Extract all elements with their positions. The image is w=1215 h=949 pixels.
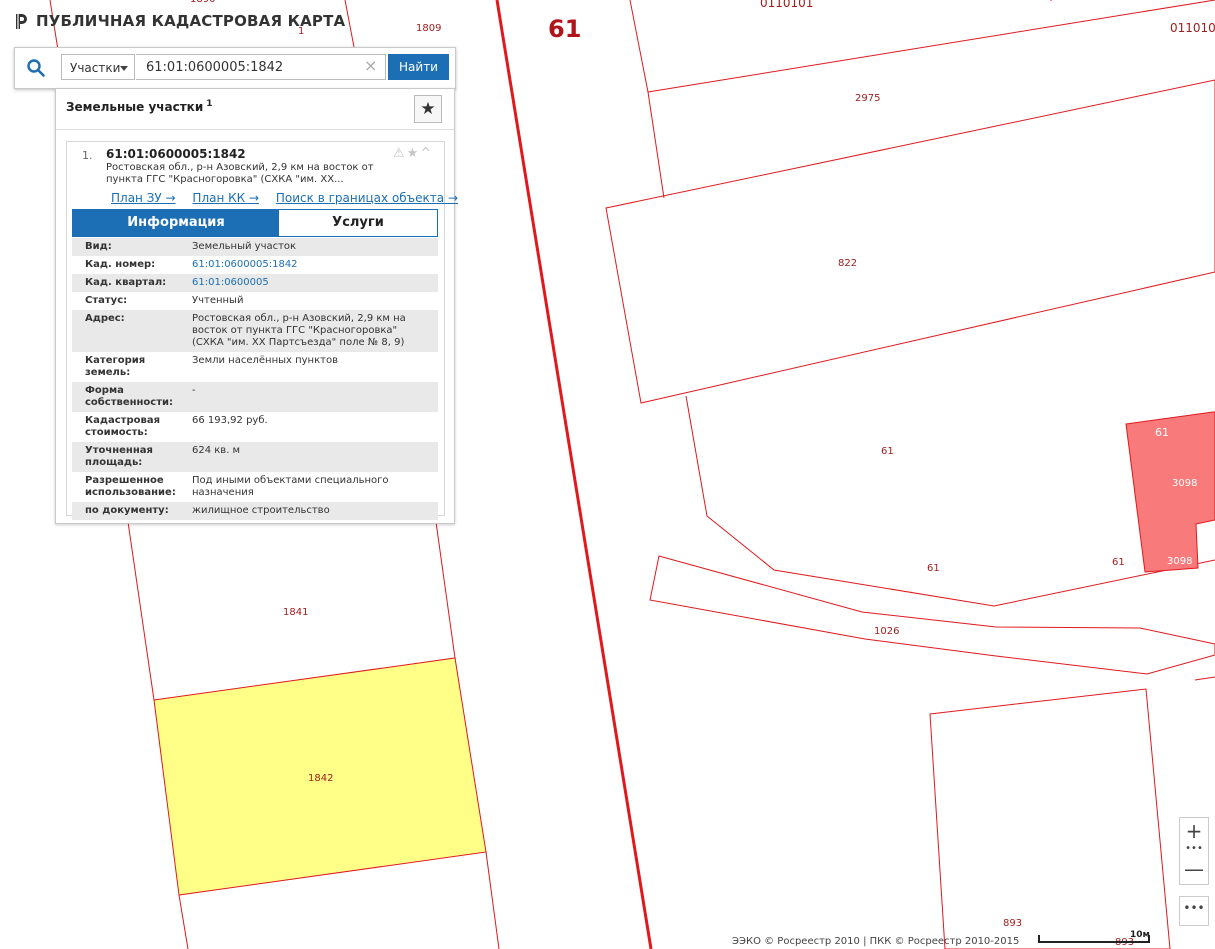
search-type-value: Участки [70, 61, 121, 75]
result-links: План ЗУ → План КК → Поиск в границах объ… [111, 191, 471, 205]
parcel-label: 2975 [855, 93, 880, 104]
parcel-label: 61 [927, 563, 940, 574]
search-input[interactable] [136, 54, 386, 80]
parcel-label: 61 [881, 446, 894, 457]
quarter-label: 61 [548, 15, 581, 43]
logo-icon [16, 12, 27, 30]
parcel-label: 61 [1155, 426, 1169, 439]
result-index: 1. [82, 149, 93, 162]
result-cad-number[interactable]: 61:01:0600005:1842 [106, 147, 246, 161]
favorite-button[interactable]: ★ [414, 95, 442, 123]
info-row: Статус: Учтенный [85, 295, 244, 306]
parcel-label: 61 [1112, 557, 1125, 568]
result-card: 1. 61:01:0600005:1842 Ростовская обл., р… [66, 141, 458, 520]
info-row: Вид: Земельный участок [72, 238, 438, 256]
divider [56, 129, 454, 130]
info-row: Разрешенное использование: Под иными объе… [85, 475, 389, 498]
info-row: по документу: жилищное строительство [72, 502, 438, 520]
parcel-boundary [1194, 676, 1215, 681]
result-tabs: Информация Услуги [72, 209, 438, 237]
parcel-label: 1809 [416, 23, 441, 34]
parcel-label: 1890 [190, 0, 215, 5]
parcel-label: 1026 [874, 626, 899, 637]
info-row: Категория земель: Земли населённых пункто… [85, 355, 338, 378]
quarter-label: 011010 [1170, 21, 1215, 35]
info-table: Вид: Земельный участок Кад. номер: 61:01:0… [72, 238, 438, 520]
panel-title: Земельные участки 1 [66, 99, 213, 114]
clear-icon[interactable]: × [364, 57, 377, 75]
zoom-in-button[interactable]: + [1180, 818, 1208, 846]
zoom-control: + ••• — [1179, 817, 1209, 885]
info-row: Адрес: Ростовская обл., р-н Азовский, 2,9… [72, 310, 438, 352]
results-panel: Земельные участки 1 ★ 1. 61:01:0600005:18… [55, 88, 458, 524]
more-options-button[interactable]: ••• [1179, 896, 1209, 926]
parcel-label: 3098 [1167, 556, 1192, 567]
zoom-level-icon[interactable]: ••• [1180, 844, 1208, 856]
quarter-boundary [495, 0, 653, 949]
parcel-label: 822 [838, 258, 857, 269]
parcel-822 [605, 79, 1215, 404]
parcel-boundary [485, 851, 500, 949]
app-brand: ПУБЛИЧНАЯ КАДАСТРОВАЯ КАРТА [14, 12, 345, 30]
quarter-label: 0110101 [760, 0, 813, 10]
info-row: Кадастровая стоимость: 66 193,92 руб. [85, 415, 268, 438]
parcel-893 [929, 688, 1171, 949]
result-actions-icons[interactable]: ⚠★^ [393, 146, 433, 161]
search-type-select[interactable]: Участки [61, 54, 135, 80]
info-row: Форма собственности: - [72, 382, 438, 412]
parcel-label: 1842 [308, 773, 333, 784]
info-row: Кад. номер: 61:01:0600005:1842 [85, 259, 298, 270]
parcel-3098[interactable] [1125, 411, 1215, 573]
parcel-label: 893 [1003, 918, 1022, 929]
info-row: Уточненная площадь: 624 кв. м [72, 442, 438, 472]
find-button[interactable]: Найти [388, 54, 449, 80]
parcel-label: 1841 [283, 607, 308, 618]
parcel-boundary [435, 521, 456, 659]
app-title: ПУБЛИЧНАЯ КАДАСТРОВАЯ КАРТА [36, 12, 346, 30]
parcel-boundary [647, 91, 665, 199]
result-count: 1 [206, 99, 213, 109]
search-within-link[interactable]: Поиск в границах объекта → [276, 191, 458, 205]
search-icon[interactable] [26, 58, 46, 78]
parcel-boundary [127, 521, 155, 701]
parcel-boundary [647, 0, 1215, 93]
scale-label: 10м [1130, 930, 1150, 940]
search-bar: Участки × Найти [14, 47, 456, 89]
parcel-boundary [629, 0, 649, 93]
plan-zu-link[interactable]: План ЗУ → [111, 191, 176, 205]
map-attribution: ЭЭКО © Росреестр 2010 | ПКК © Росреестр … [732, 936, 1020, 947]
parcel-boundary [178, 894, 189, 949]
zoom-out-button[interactable]: — [1180, 856, 1208, 884]
info-row: Кад. квартал: 61:01:0600005 [72, 274, 438, 292]
plan-kk-link[interactable]: План КК → [192, 191, 259, 205]
result-address: Ростовская обл., р-н Азовский, 2,9 км на… [106, 162, 374, 185]
chevron-down-icon [120, 66, 128, 71]
tab-services[interactable]: Услуги [279, 210, 437, 236]
parcel-label: 3098 [1172, 478, 1197, 489]
parcel-boundary [344, 0, 355, 48]
tab-information[interactable]: Информация [73, 210, 279, 236]
